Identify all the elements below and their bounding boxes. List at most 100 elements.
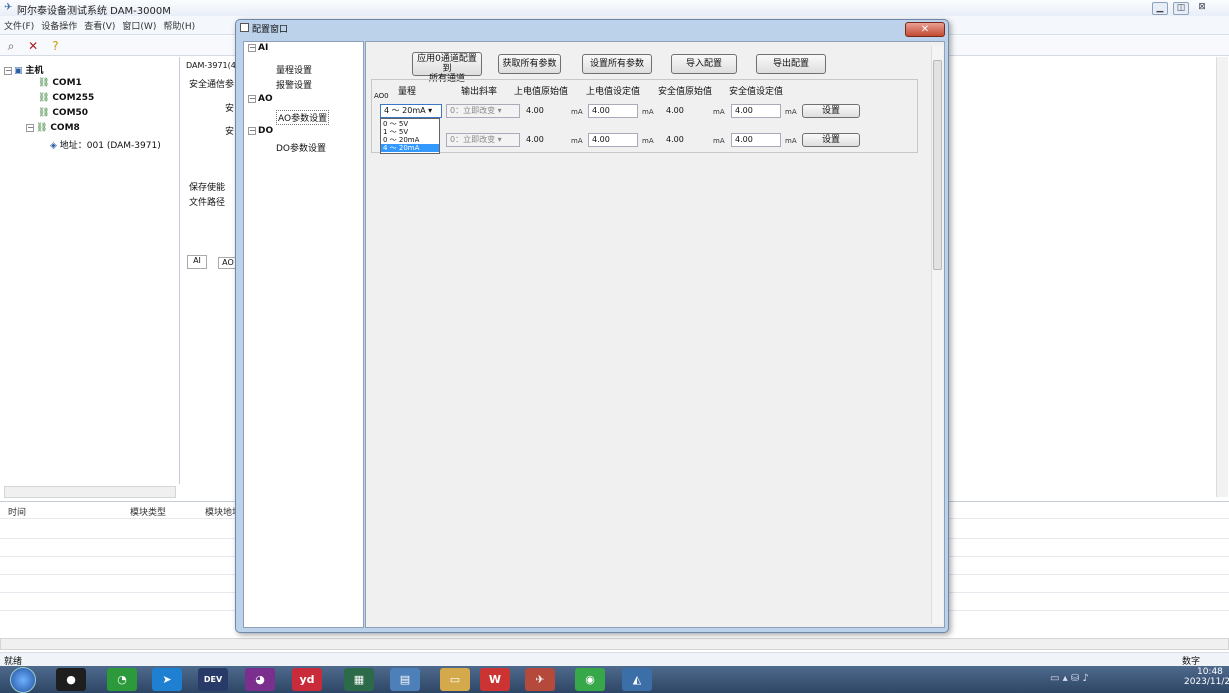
menu-device[interactable]: 设备操作 [37,16,80,32]
tree-range-settings[interactable]: 量程设置 [276,63,312,76]
unit-label: mA [571,137,583,145]
search-icon[interactable]: ⌕ [3,38,19,54]
device-tree: − ▣ 主机 ⛓ COM1 ⛓ COM255 ⛓ COM50 − ⛓ COM8 ◈ … [0,57,180,498]
computer-icon: ▣ [14,66,23,76]
menu-file[interactable]: 文件(F) [0,16,37,32]
range-option[interactable]: 0 ～ 5V [381,120,439,128]
chevron-down-icon: ▾ [497,106,502,115]
explorer-icon[interactable]: ▭ [440,668,470,691]
tree-root[interactable]: − ▣ 主机 [4,63,43,76]
wechat-icon[interactable]: ◔ [107,668,137,691]
notepad-icon[interactable]: ▤ [390,668,420,691]
start-button[interactable] [10,667,36,693]
wps-icon[interactable]: W [480,668,510,691]
calculator-icon[interactable]: ▦ [344,668,374,691]
port-icon: ⛓ [38,93,50,103]
range-option[interactable]: 1 ～ 5V [381,128,439,136]
status-bar: 就绪 数字 [0,652,1229,667]
range-dropdown-list: 0 ～ 5V 1 ～ 5V 0 ～ 20mA 4 ～ 20mA [380,118,440,154]
tree-com50[interactable]: ⛓ COM50 [38,108,88,118]
set-button[interactable]: 设置 [802,104,860,118]
browser-icon[interactable]: ◉ [575,668,605,691]
window-icon [240,23,249,32]
config-window-icon[interactable]: ◭ [622,668,652,691]
header-safe-raw: 安全值原始值 [658,87,713,97]
header-power-set: 上电值设定值 [586,87,641,97]
tab-ai[interactable]: AI [187,255,207,269]
disconnect-icon[interactable]: ✕ [25,38,41,54]
menu-window[interactable]: 窗口(W) [118,16,159,32]
app-title: 阿尔泰设备测试系统 DAM-3000M [17,6,171,17]
app-icon: ✈ [4,2,13,13]
qq-icon[interactable]: ● [56,668,86,691]
restore-icon[interactable]: ◫ [1173,2,1189,15]
device-icon: ◈ [50,141,57,151]
help-icon[interactable]: ? [47,38,63,54]
safe-set-input[interactable]: 4.00 [731,104,781,118]
import-config-button[interactable]: 导入配置 [671,54,737,74]
tree-alarm-settings[interactable]: 报警设置 [276,78,312,91]
menu-view[interactable]: 查看(V) [80,16,118,32]
tree-device-address[interactable]: ◈ 地址：001 (DAM-3971) [50,138,161,151]
media-icon[interactable]: ◕ [245,668,275,691]
dingtalk-icon[interactable]: ➤ [152,668,182,691]
power-raw-value: 4.00 [526,135,544,144]
set-button[interactable]: 设置 [802,133,860,147]
dialog-title: 配置窗口 [252,25,289,35]
power-set-input[interactable]: 4.00 [588,133,638,147]
file-path-label: 文件路径 [189,198,226,208]
dialog-close-button[interactable]: ✕ [905,22,945,37]
collapse-icon[interactable]: − [248,43,256,52]
range-select[interactable]: 4 ～ 20mA ▾ [380,104,442,118]
youdao-icon[interactable]: yd [292,668,322,691]
header-safe-set: 安全值设定值 [729,87,784,97]
range-option-selected[interactable]: 4 ～ 20mA [381,144,439,152]
export-config-button[interactable]: 导出配置 [756,54,826,74]
tree-ao[interactable]: − AO [248,94,273,104]
devcpp-icon[interactable]: DEV [198,668,228,691]
main-vscrollbar[interactable] [1216,57,1228,497]
main-title-bar: ✈ 阿尔泰设备测试系统 DAM-3000M ▁ ◫ ⊠ [0,0,1229,17]
unit-label: mA [571,108,583,116]
collapse-icon[interactable]: − [248,94,256,103]
header-range: 量程 [398,87,417,97]
apply-all-channels-button[interactable]: 应用0通道配置到 所有通道 [412,52,482,84]
range-option[interactable]: 0 ～ 20mA [381,136,439,144]
channel-label: AO0 [374,92,389,100]
tray-icons[interactable]: ▭ ▴ ⛁ ♪ [1050,673,1089,684]
tree-com8[interactable]: − ⛓ COM8 [26,123,80,133]
tree-scrollbar[interactable] [4,486,176,498]
scroll-thumb[interactable] [933,60,942,270]
tree-com255[interactable]: ⛓ COM255 [38,93,94,103]
clock-date: 2023/11/23 [1184,677,1229,687]
collapse-icon[interactable]: − [26,123,34,132]
power-set-input[interactable]: 4.00 [588,104,638,118]
config-tree: − AI 量程设置 报警设置 − AO AO参数设置 − DO DO参数设置 [243,41,364,628]
get-all-params-button[interactable]: 获取所有参数 [498,54,561,74]
app-taskbar-icon[interactable]: ✈ [525,668,555,691]
slew-select[interactable]: 0：立即改变 ▾ [446,104,520,118]
collapse-icon[interactable]: − [4,66,12,75]
tree-do[interactable]: − DO [248,126,273,136]
clock[interactable]: 10:482023/11/23 [1184,667,1229,687]
safe-set-input[interactable]: 4.00 [731,133,781,147]
tree-ai[interactable]: − AI [248,43,268,53]
minimize-icon[interactable]: ▁ [1152,2,1168,15]
slew-select[interactable]: 0：立即改变 ▾ [446,133,520,147]
set-all-params-button[interactable]: 设置所有参数 [582,54,652,74]
menu-help[interactable]: 帮助(H) [159,16,198,32]
collapse-icon[interactable]: − [248,126,256,135]
port-icon: ⛓ [38,78,50,88]
tree-do-params[interactable]: DO参数设置 [276,141,326,154]
close-icon[interactable]: ⊠ [1194,2,1210,15]
log-scrollbar[interactable] [0,638,1229,650]
tree-ao-params[interactable]: AO参数设置 [276,110,330,125]
taskbar: ● ◔ ➤ DEV ◕ yd ▦ ▤ ▭ W ✈ ◉ ◭ ▭ ▴ ⛁ ♪ 10:… [0,666,1229,693]
unit-label: mA [713,137,725,145]
chevron-down-icon: ▾ [497,135,502,144]
header-slew: 输出斜率 [461,87,498,97]
tree-com1[interactable]: ⛓ COM1 [38,78,82,88]
safe-raw-value: 4.00 [666,135,684,144]
panel-vscrollbar[interactable] [931,46,943,624]
power-raw-value: 4.00 [526,106,544,115]
